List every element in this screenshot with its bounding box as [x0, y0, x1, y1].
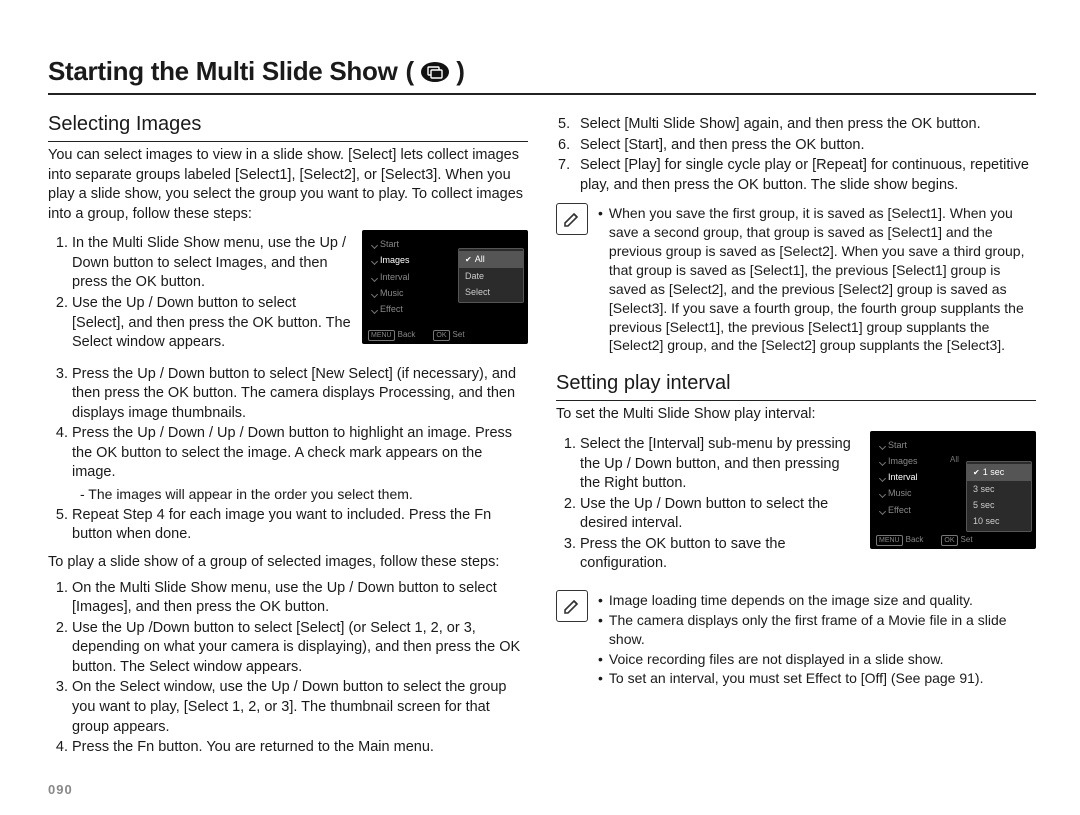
collect-steps-rest: Press the Up / Down button to select [Ne… [48, 365, 528, 545]
title-paren: ( ) [406, 56, 465, 87]
fig-menu-btn: MENU [368, 330, 395, 341]
fig-sub-item: 5 sec [967, 497, 1031, 513]
page-number: 090 [48, 782, 73, 797]
interval-intro: To set the Multi Slide Show play interva… [556, 405, 1036, 425]
fig-ok-btn: OK [433, 330, 449, 341]
fig-sub-item: 3 sec [967, 481, 1031, 497]
intro-paragraph: You can select images to view in a slide… [48, 146, 528, 224]
left-column: Selecting Images You can select images t… [48, 111, 528, 766]
list-item: Select [Start], and then press the OK bu… [580, 136, 1036, 156]
figure-interval-menu: Start ImagesAll Interval Music Effect 1 … [870, 431, 1036, 549]
list-item: Use the Up / Down button to select [Sele… [72, 294, 352, 353]
note-text: Voice recording files are not displayed … [609, 650, 944, 669]
list-item: Use the Up /Down button to select [Selec… [72, 619, 528, 678]
fig-sub-item: Select [459, 284, 523, 300]
heading-play-interval: Setting play interval [556, 370, 1036, 401]
list-item: Press the Up / Down / Up / Down button t… [72, 424, 528, 504]
note-text: When you save the first group, it is sav… [609, 204, 1036, 355]
heading-selecting-images: Selecting Images [48, 111, 528, 142]
note-text: Image loading time depends on the image … [609, 591, 973, 610]
fig-set-label: Set [453, 330, 465, 339]
list-item: Select the [Interval] sub-menu by pressi… [580, 435, 860, 494]
play-intro: To play a slide show of a group of selec… [48, 553, 528, 573]
fig-sub-item: 10 sec [967, 513, 1031, 529]
list-item: Use the Up / Down button to select the d… [580, 495, 860, 534]
fig-set-label: Set [961, 535, 973, 544]
list-item-text: Press the Up / Down / Up / Down button t… [72, 425, 512, 480]
play-steps-continued: Select [Multi Slide Show] again, and the… [556, 115, 1036, 195]
fig-back-label: Back [398, 330, 416, 339]
list-item: On the Multi Slide Show menu, use the Up… [72, 579, 528, 618]
fig-menu-item: Images [372, 252, 432, 268]
pencil-note-icon [556, 203, 588, 235]
fig-sub-item: 1 sec [967, 464, 1031, 481]
right-column: Select [Multi Slide Show] again, and the… [556, 111, 1036, 766]
fig-menu-item: Start [880, 437, 940, 453]
fig-sub-item: Date [459, 268, 523, 284]
pencil-note-icon [556, 590, 588, 622]
fig-menu-item: ImagesAll [880, 453, 940, 469]
figure-images-menu: Start Images Interval Music Effect All D… [362, 230, 528, 344]
fig-sub-item: All [459, 251, 523, 268]
interval-steps: Select the [Interval] sub-menu by pressi… [556, 435, 860, 574]
page-title: Starting the Multi Slide Show [48, 56, 398, 87]
list-item: Select [Multi Slide Show] again, and the… [580, 115, 1036, 135]
list-item: On the Select window, use the Up / Down … [72, 678, 528, 737]
page-title-row: Starting the Multi Slide Show ( ) [48, 56, 1036, 95]
fig-menu-btn: MENU [876, 535, 903, 546]
list-item: Press the OK button to save the configur… [580, 535, 860, 574]
note-block-interval-tips: Image loading time depends on the image … [556, 590, 1036, 689]
list-item: In the Multi Slide Show menu, use the Up… [72, 234, 352, 293]
note-text: To set an interval, you must set Effect … [609, 669, 984, 688]
fig-menu-item: Interval [880, 469, 940, 485]
slideshow-icon [420, 61, 450, 83]
fig-menu-item: Start [372, 236, 432, 252]
sub-note: - The images will appear in the order yo… [80, 485, 528, 504]
list-item: Press the Fn button. You are returned to… [72, 738, 528, 758]
play-steps: On the Multi Slide Show menu, use the Up… [48, 579, 528, 758]
fig-menu-item: Music [880, 485, 940, 501]
fig-menu-item: Effect [372, 301, 432, 317]
list-item: Press the Up / Down button to select [Ne… [72, 365, 528, 424]
fig-back-label: Back [906, 535, 924, 544]
fig-menu-item: Effect [880, 502, 940, 518]
list-item: Select [Play] for single cycle play or [… [580, 156, 1036, 195]
note-block-save-behavior: When you save the first group, it is sav… [556, 203, 1036, 356]
collect-steps-start: In the Multi Slide Show menu, use the Up… [48, 234, 352, 352]
note-text: The camera displays only the first frame… [609, 611, 1036, 649]
list-item: Repeat Step 4 for each image you want to… [72, 506, 528, 545]
fig-ok-btn: OK [941, 535, 957, 546]
fig-menu-item: Interval [372, 269, 432, 285]
fig-menu-item: Music [372, 285, 432, 301]
